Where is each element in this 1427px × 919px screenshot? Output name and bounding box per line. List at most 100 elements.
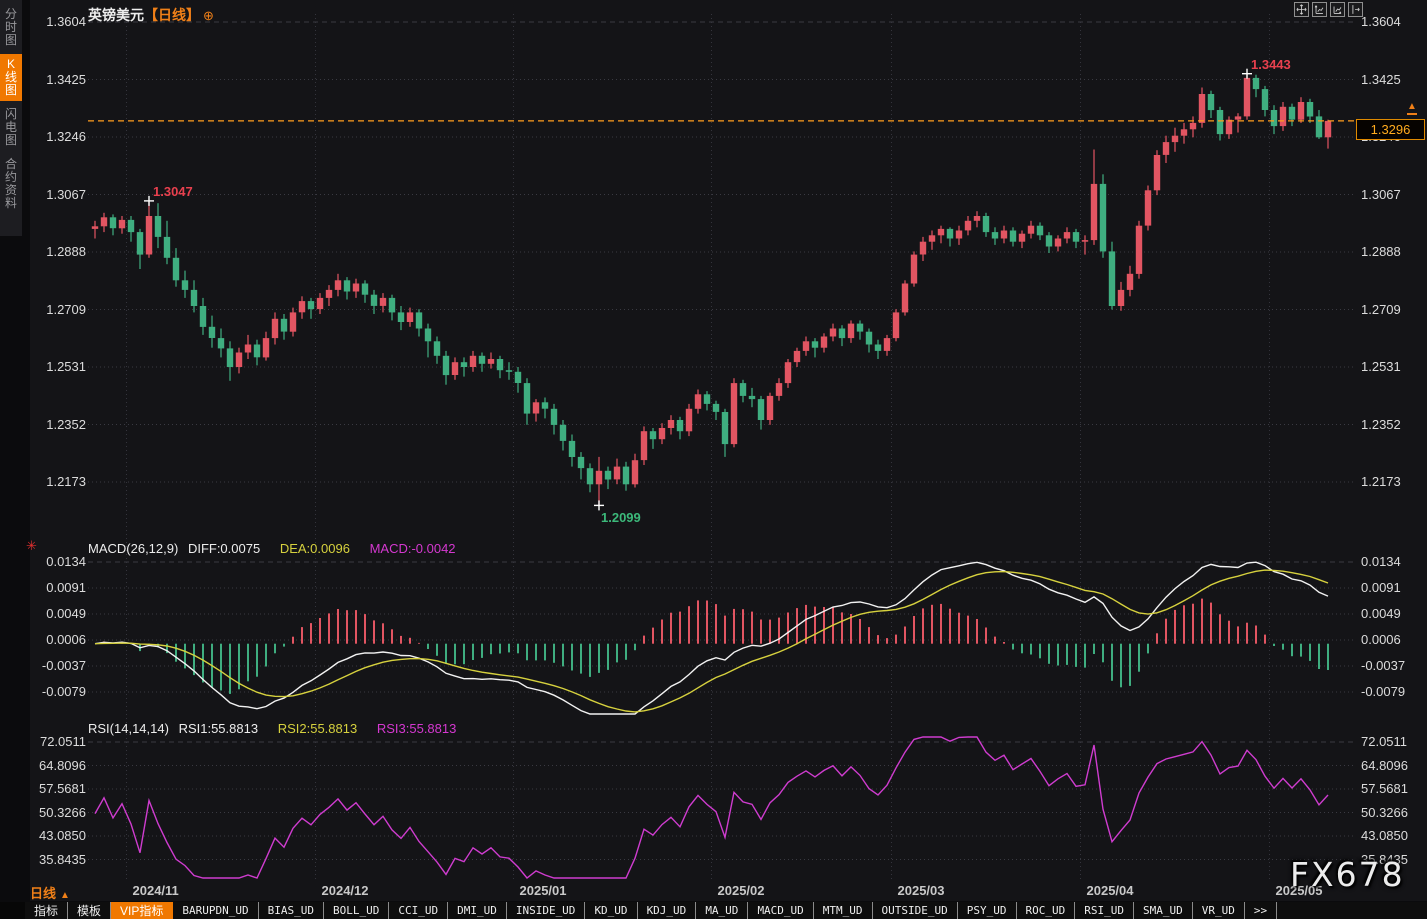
- live-blink-icon: ✳: [26, 538, 37, 553]
- toolbar-item-15[interactable]: OUTSIDE_UD: [873, 902, 958, 919]
- price-axis-label-right: 1.3604: [1361, 14, 1401, 29]
- watermark: FX678: [1290, 855, 1405, 894]
- macd-axis-label-left: 0.0006: [46, 632, 86, 647]
- sidebar-item-1[interactable]: 分 时 图: [0, 4, 22, 51]
- x-axis-date-label: 2025/02: [717, 883, 765, 898]
- price-up-arrow-icon: ▲: [1407, 101, 1417, 115]
- price-axis-label-left: 1.3246: [46, 129, 86, 144]
- toolbar-item-1[interactable]: 指标: [25, 902, 69, 919]
- chart-layout-icons: [1294, 2, 1363, 17]
- price-axis-label-left: 1.2888: [46, 244, 86, 259]
- macd-dea-value: DEA:0.0096: [279, 541, 350, 556]
- macd-diff-value: DIFF:0.0075: [187, 541, 261, 556]
- rsi-axis-label-left: 43.0850: [39, 828, 86, 843]
- price-axis-label-left: 1.3604: [46, 14, 86, 29]
- indicator-toolbar: 指标 模板 VIP指标 BARUPDN_UD BIAS_UD BOLL_UD CCI_UD D…: [0, 902, 1427, 919]
- macd-axis-label-right: 0.0091: [1361, 580, 1401, 595]
- macd-axis-label-left: -0.0079: [41, 684, 86, 699]
- toolbar-item-11[interactable]: KDJ_UD: [638, 902, 697, 919]
- macd-readout: MACD(26,12,9) DIFF:0.0075 DEA:0.0096 MAC…: [88, 541, 456, 556]
- rsi-params-label: RSI(14,14,14): [88, 721, 169, 736]
- toolbar-item-9[interactable]: INSIDE_UD: [507, 902, 586, 919]
- rsi-axis-label-right: 50.3266: [1361, 804, 1408, 820]
- toolbar-item-21[interactable]: >>: [1245, 902, 1278, 919]
- toolbar-item-6[interactable]: BOLL_UD: [324, 902, 390, 919]
- price-axis-label-left: 1.2709: [46, 301, 86, 317]
- toolbar-item-3[interactable]: VIP指标: [111, 902, 174, 919]
- rsi3-value: RSI3:55.8813: [376, 721, 457, 736]
- price-axis-label-right: 1.2173: [1361, 474, 1401, 489]
- x-axis-date-label: 2025/04: [1086, 883, 1134, 898]
- macd-axis-label-left: -0.0037: [41, 658, 86, 673]
- rsi-axis-label-right: 64.8096: [1361, 757, 1408, 773]
- toolbar-item-14[interactable]: MTM_UD: [814, 902, 873, 919]
- toolbar-item-7[interactable]: CCI_UD: [389, 902, 449, 919]
- last-price-value: 1.3296: [1370, 122, 1411, 137]
- sidebar-item-4[interactable]: 合 约 资 料: [0, 154, 22, 214]
- rsi-axis-label-left: 72.0511: [39, 734, 86, 749]
- toolbar-item-8[interactable]: DMI_UD: [448, 902, 507, 919]
- toolbar-item-17[interactable]: ROC_UD: [1017, 902, 1076, 919]
- price-axis-label-left: 1.2173: [46, 474, 86, 489]
- toolbar-item-2[interactable]: 模板: [68, 902, 112, 919]
- rsi-axis-label-left: 57.5681: [39, 781, 86, 796]
- macd-axis-label-left: 0.0049: [46, 606, 86, 621]
- timeframe-arrow-icon: ▲: [60, 890, 70, 901]
- symbol-name: 英镑美元: [88, 7, 144, 23]
- axis-expand-right-icon[interactable]: [1330, 2, 1345, 17]
- price-axis-label-right: 1.2352: [1361, 416, 1401, 432]
- price-axis-label-right: 1.3425: [1361, 71, 1401, 87]
- price-axis-label-right: 1.2888: [1361, 244, 1401, 259]
- price-axis-label-left: 1.2531: [46, 359, 86, 374]
- sidebar-item-2[interactable]: K 线 图: [0, 54, 22, 101]
- rsi-axis-label-left: 64.8096: [39, 757, 86, 773]
- chart-type-sidebar: 分 时 图 K 线 图闪 电 图合 约 资 料: [0, 0, 22, 236]
- x-axis-date-label: 2025/03: [897, 883, 945, 898]
- toolbar-item-4[interactable]: BARUPDN_UD: [173, 902, 259, 919]
- rsi-axis-label-right: 43.0850: [1361, 828, 1408, 843]
- macd-axis-label-right: -0.0037: [1361, 658, 1406, 673]
- rsi1-value: RSI1:55.8813: [178, 721, 259, 736]
- toolbar-item-16[interactable]: PSY_UD: [958, 902, 1017, 919]
- rsi-axis-label-right: 72.0511: [1361, 734, 1408, 749]
- toolbar-item-5[interactable]: BIAS_UD: [259, 902, 324, 919]
- last-price-tag: 1.3296: [1356, 119, 1425, 140]
- rsi-readout: RSI(14,14,14) RSI1:55.8813 RSI2:55.8813 …: [88, 721, 456, 736]
- period-tag: 【日线】: [144, 7, 200, 23]
- macd-axis-label-right: 0.0049: [1361, 606, 1401, 621]
- price-axis-label-right: 1.3067: [1361, 186, 1401, 202]
- toolbar-item-13[interactable]: MACD_UD: [748, 902, 814, 919]
- price-axis-label-left: 1.2352: [46, 416, 86, 432]
- toolbar-item-10[interactable]: KD_UD: [585, 902, 638, 919]
- price-annotation: 1.2099: [601, 510, 641, 526]
- price-annotation: 1.3443: [1251, 56, 1291, 72]
- timeframe-selector[interactable]: 日线 ▲: [30, 883, 70, 902]
- macd-axis-label-right: 0.0006: [1361, 632, 1401, 647]
- toolbar-item-18[interactable]: RSI_UD: [1075, 902, 1135, 919]
- toolbar-corner-spacer: [0, 902, 25, 919]
- axis-expand-up-icon[interactable]: [1312, 2, 1327, 17]
- x-axis-date-label: 2025/01: [519, 883, 567, 898]
- macd-axis-label-left: 0.0091: [46, 580, 86, 595]
- chart-title: 英镑美元【日线】 ⊕: [88, 5, 214, 25]
- forex-chart-app: 分 时 图 K 线 图闪 电 图合 约 资 料 英镑美元【日线】 ⊕ ✳ MACD(…: [0, 0, 1427, 919]
- toolbar-item-19[interactable]: SMA_UD: [1134, 902, 1193, 919]
- rsi-axis-label-left: 50.3266: [39, 804, 86, 820]
- price-axis-label-right: 1.2709: [1361, 301, 1401, 317]
- timeframe-label: 日线: [30, 886, 57, 901]
- macd-params-label: MACD(26,12,9): [88, 541, 179, 556]
- rsi2-value: RSI2:55.8813: [277, 721, 358, 736]
- macd-axis-label-right: -0.0079: [1361, 684, 1406, 699]
- x-axis-date-label: 2024/12: [321, 883, 369, 898]
- macd-hist-value: MACD:-0.0042: [369, 541, 456, 556]
- pane-expand-icon[interactable]: [1348, 2, 1363, 17]
- price-annotation: 1.3047: [153, 183, 193, 199]
- pan-icon[interactable]: [1294, 2, 1309, 17]
- macd-axis-label-right: 0.0134: [1361, 554, 1401, 569]
- toolbar-item-12[interactable]: MA_UD: [696, 902, 749, 919]
- chart-canvas[interactable]: [0, 0, 1427, 919]
- toolbar-item-20[interactable]: VR_UD: [1193, 902, 1245, 919]
- sidebar-item-3[interactable]: 闪 电 图: [0, 104, 22, 151]
- crosshair-target-icon[interactable]: ⊕: [203, 8, 214, 23]
- x-axis-date-label: 2024/11: [132, 883, 179, 898]
